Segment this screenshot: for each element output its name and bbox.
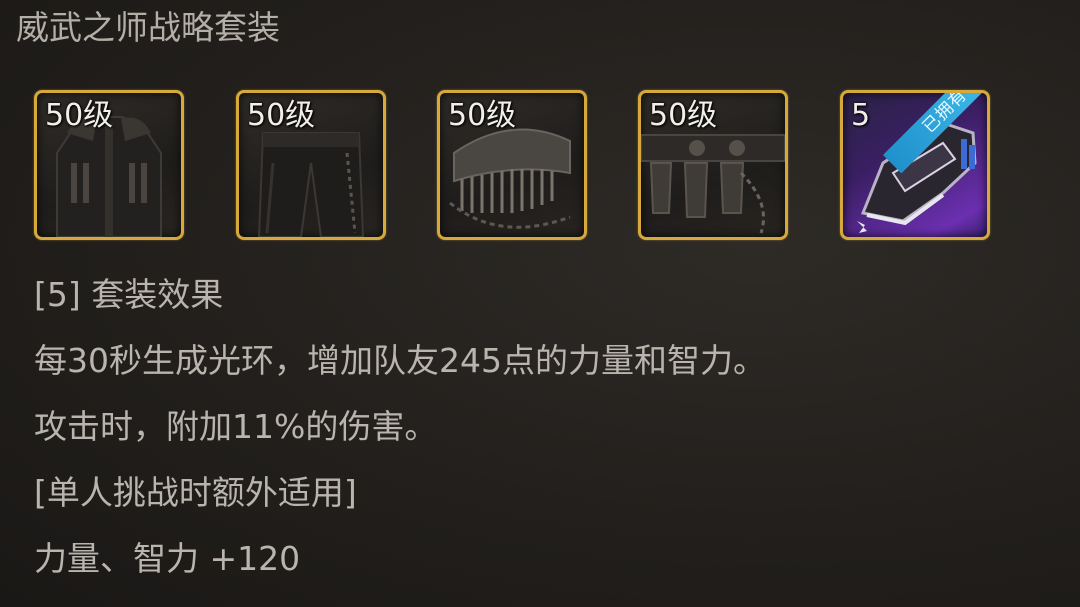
set-effect-line-aura: 每30秒生成光环，增加队友245点的力量和智力。 [34, 341, 766, 380]
set-effect-block: [5] 套装效果 每30秒生成光环，增加队友245点的力量和智力。 攻击时，附加… [34, 262, 1054, 592]
equipment-slot-shoes[interactable]: 已拥有 5 [840, 90, 990, 240]
set-effect-line-damage: 攻击时，附加11%的伤害。 [34, 407, 438, 446]
equipment-slot-belt[interactable]: 50级 [638, 90, 788, 240]
item-level-label: 5 [851, 98, 871, 133]
solo-challenge-bonus: 力量、智力 +120 [34, 539, 301, 578]
set-effect-header: [5] 套装效果 [34, 275, 224, 314]
solo-challenge-note: [单人挑战时额外适用] [34, 473, 357, 512]
item-level-label: 50级 [247, 98, 316, 133]
item-level-label: 50级 [649, 98, 718, 133]
equipment-slot-shoulder[interactable]: 50级 [437, 90, 587, 240]
item-level-label: 50级 [45, 98, 114, 133]
set-tooltip-panel: 威武之师战略套装 50级 50级 50级 50级 已拥有 5 [5] 套装效果 … [0, 0, 1080, 607]
equipment-slot-pants[interactable]: 50级 [236, 90, 386, 240]
set-title: 威武之师战略套装 [16, 8, 280, 47]
equipment-slot-coat[interactable]: 50级 [34, 90, 184, 240]
item-level-label: 50级 [448, 98, 517, 133]
